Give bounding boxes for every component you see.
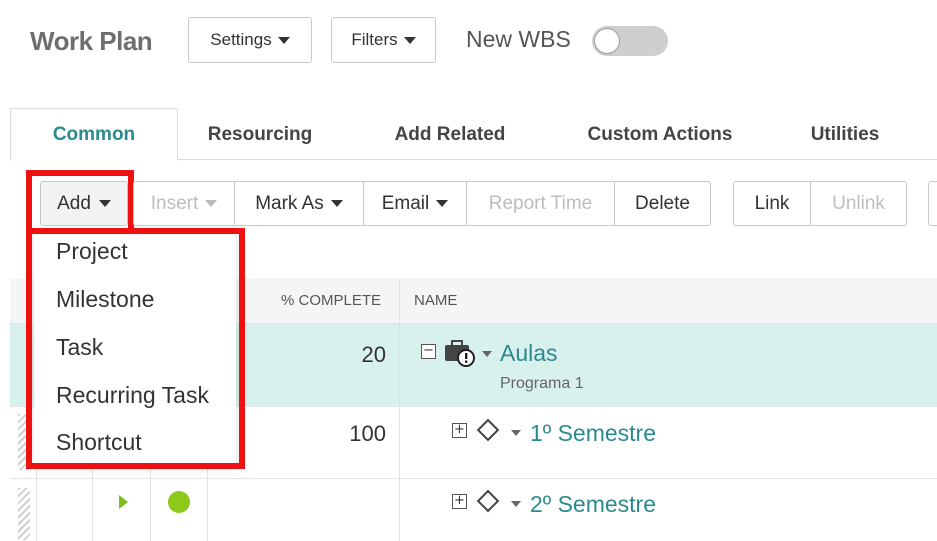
drag-handle[interactable] xyxy=(18,488,30,540)
tab-utilities[interactable]: Utilities xyxy=(790,108,900,161)
highlight-box-add xyxy=(26,170,134,234)
chevron-down-icon xyxy=(205,200,218,207)
row-menu-caret-icon[interactable] xyxy=(482,351,492,357)
new-wbs-toggle[interactable] xyxy=(592,26,668,56)
milestone-diamond-icon xyxy=(476,489,500,513)
insert-button[interactable]: Insert xyxy=(134,182,235,225)
email-button[interactable]: Email xyxy=(364,182,467,225)
milestone-diamond-icon xyxy=(476,418,500,442)
insert-label: Insert xyxy=(150,192,199,214)
expand-icon[interactable]: + xyxy=(452,423,467,438)
expand-icon[interactable]: + xyxy=(452,494,467,509)
row-menu-caret-icon[interactable] xyxy=(511,501,521,507)
tab-resourcing[interactable]: Resourcing xyxy=(182,108,338,161)
link-button-group: Link Unlink xyxy=(733,181,907,226)
action-button-group: Insert Mark As Email Report Time Delete xyxy=(133,181,711,226)
settings-button[interactable]: Settings xyxy=(188,17,312,63)
chevron-down-icon xyxy=(436,200,449,207)
chevron-down-icon xyxy=(403,36,416,44)
mark-as-label: Mark As xyxy=(255,192,324,214)
tab-bar: Common Resourcing Add Related Custom Act… xyxy=(10,108,937,161)
task-name-link[interactable]: 1º Semestre xyxy=(530,420,656,447)
status-dot-icon xyxy=(168,491,190,513)
task-name-link[interactable]: 2º Semestre xyxy=(530,491,656,518)
tab-add-related[interactable]: Add Related xyxy=(370,108,530,161)
filters-button[interactable]: Filters xyxy=(331,17,436,63)
mark-as-button[interactable]: Mark As xyxy=(235,182,364,225)
settings-label: Settings xyxy=(210,30,272,49)
task-name-link[interactable]: Aulas xyxy=(500,340,558,367)
project-warning-icon xyxy=(445,340,475,367)
toggle-knob xyxy=(594,28,620,54)
percent-complete-cell: 20 xyxy=(361,342,386,367)
collapse-icon[interactable]: − xyxy=(421,344,436,359)
column-header-name[interactable]: NAME xyxy=(414,292,457,309)
link-button[interactable]: Link xyxy=(734,182,811,225)
report-time-button[interactable]: Report Time xyxy=(467,182,615,225)
unlink-button[interactable]: Unlink xyxy=(811,182,906,225)
column-header-percent-complete[interactable]: % COMPLETE xyxy=(281,292,381,309)
new-wbs-label: New WBS xyxy=(466,26,571,52)
row-menu-caret-icon[interactable] xyxy=(511,430,521,436)
tab-common[interactable]: Common xyxy=(10,108,178,161)
percent-complete-cell: 100 xyxy=(349,421,386,446)
chevron-down-icon xyxy=(330,200,343,207)
play-arrow-icon[interactable] xyxy=(119,495,128,509)
chevron-down-icon xyxy=(277,36,290,44)
filters-label: Filters xyxy=(351,30,398,49)
page-title: Work Plan xyxy=(30,26,153,56)
email-label: Email xyxy=(381,192,430,214)
highlight-box-menu xyxy=(26,228,245,469)
task-subtitle: Programa 1 xyxy=(500,375,584,392)
column-divider xyxy=(399,278,400,541)
delete-button[interactable]: Delete xyxy=(615,182,710,225)
tab-custom-actions[interactable]: Custom Actions xyxy=(570,108,750,161)
overflow-button[interactable] xyxy=(928,181,937,226)
